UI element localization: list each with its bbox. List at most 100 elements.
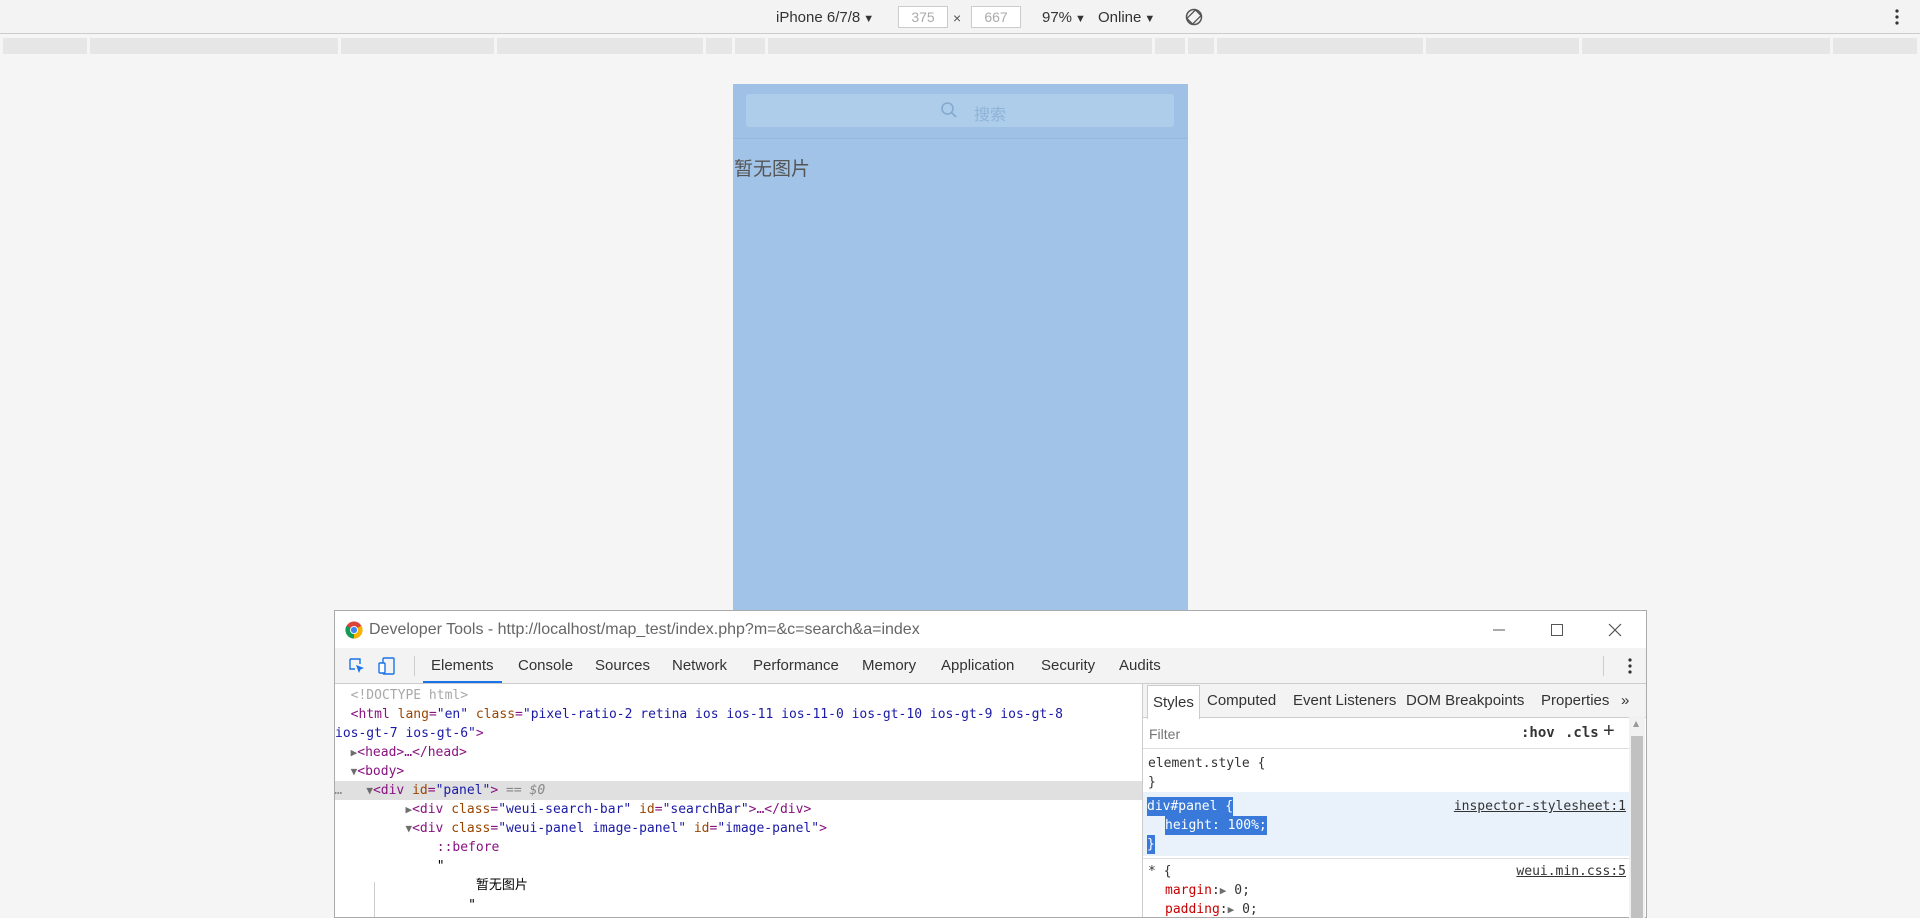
zoom-select[interactable]: 97% ▼ (1042, 9, 1086, 26)
text-node: 暂无图片 (475, 878, 528, 893)
node-actions-icon[interactable]: … (335, 783, 343, 798)
tree-node-head[interactable]: ▶<head>…</head> (335, 743, 1142, 762)
tab-audits[interactable]: Audits (1119, 648, 1161, 683)
tab-properties[interactable]: Properties (1541, 684, 1609, 717)
attr-name: class (475, 707, 516, 722)
rule-source-link[interactable]: inspector-stylesheet:1 (1454, 797, 1626, 816)
universal-selector[interactable]: * { (1148, 862, 1171, 881)
media-query-segment[interactable] (706, 38, 732, 54)
device-toolbar: iPhone 6/7/8▼ × 97%▼ Online▼ (0, 0, 1920, 34)
media-query-segment[interactable] (3, 38, 87, 54)
devtools-titlebar[interactable]: Developer Tools - http://localhost/map_t… (335, 611, 1646, 648)
attr-value: ios-gt-7 ios-gt-6" (335, 726, 476, 741)
hover-state-button[interactable]: :hov (1521, 725, 1555, 741)
search-input[interactable]: 搜索 (746, 94, 1174, 127)
device-select[interactable]: iPhone 6/7/8 ▼ (776, 9, 874, 26)
attr-value: "weui-search-bar" (498, 802, 632, 817)
media-query-segment[interactable] (1582, 38, 1830, 54)
devtools-title: Developer Tools - http://localhost/map_t… (369, 621, 920, 638)
maximize-icon[interactable] (1546, 619, 1568, 641)
device-label: iPhone 6/7/8 (776, 9, 861, 26)
media-query-segment[interactable] (768, 38, 1152, 54)
more-options-icon[interactable] (1892, 7, 1902, 27)
new-rule-button[interactable]: + (1603, 720, 1615, 743)
rotate-icon[interactable] (1184, 7, 1204, 27)
search-bar: 搜索 (733, 84, 1188, 139)
tree-node-html[interactable]: <html lang="en" class="pixel-ratio-2 ret… (335, 705, 1142, 724)
tab-computed[interactable]: Computed (1207, 684, 1276, 717)
universal-source-link[interactable]: weui.min.css:5 (1516, 862, 1626, 881)
tree-node-text-open[interactable]: " (335, 857, 1142, 876)
tree-node-panel[interactable]: … ▼<div id="panel"> == $0 (335, 781, 1142, 800)
close-icon[interactable] (1604, 619, 1626, 641)
attr-name: id (693, 821, 710, 836)
collapse-arrow-icon[interactable]: ▼ (366, 784, 373, 797)
devtools-menu-icon[interactable] (1625, 656, 1635, 676)
tree-node-before[interactable]: ::before (335, 838, 1142, 857)
tab-network[interactable]: Network (672, 648, 727, 683)
tab-security[interactable]: Security (1041, 648, 1095, 683)
height-input[interactable] (971, 6, 1021, 28)
property-name: margin (1165, 883, 1212, 898)
tree-node-doctype[interactable]: <!DOCTYPE html> (335, 686, 1142, 705)
media-query-bar (0, 36, 1920, 58)
tab-memory[interactable]: Memory (862, 648, 916, 683)
inspect-element-icon[interactable] (347, 656, 367, 676)
tree-node-body[interactable]: ▼<body> (335, 762, 1142, 781)
tab-sources[interactable]: Sources (595, 648, 650, 683)
padding-declaration[interactable]: padding:▶ 0; (1165, 900, 1258, 917)
media-query-segment[interactable] (1426, 38, 1579, 54)
width-input[interactable] (898, 6, 948, 28)
media-query-segment[interactable] (341, 38, 494, 54)
network-throttle-select[interactable]: Online ▼ (1098, 9, 1155, 26)
network-label: Online (1098, 9, 1142, 26)
scroll-up-icon[interactable]: ▲ (1633, 719, 1639, 728)
expand-arrow-icon[interactable]: ▶ (1228, 903, 1235, 916)
rule-selector[interactable]: div#panel { (1147, 797, 1234, 816)
rule-close-brace: } (1148, 775, 1156, 790)
media-query-segment[interactable] (1217, 38, 1423, 54)
toolbar-divider (414, 656, 415, 676)
chrome-logo-icon (345, 621, 363, 639)
tab-styles[interactable]: Styles (1147, 685, 1200, 719)
more-tabs-icon[interactable]: » (1621, 692, 1629, 709)
devtools-tabbar: Elements Console Sources Network Perform… (335, 648, 1646, 684)
media-query-segment[interactable] (735, 38, 765, 54)
tree-node-text[interactable]: 暂无图片 (335, 876, 1142, 895)
tab-event-listeners[interactable]: Event Listeners (1293, 684, 1396, 717)
tree-node-image-panel[interactable]: ▼<div class="weui-panel image-panel" id=… (335, 819, 1142, 838)
tree-guide-line (374, 882, 375, 917)
margin-declaration[interactable]: margin:▶ 0; (1165, 881, 1250, 900)
tab-application[interactable]: Application (941, 648, 1014, 683)
rule-close-brace: } (1147, 835, 1155, 854)
tree-node-search-bar[interactable]: ▶<div class="weui-search-bar" id="search… (335, 800, 1142, 819)
tab-console[interactable]: Console (518, 648, 573, 683)
tree-node-text-close[interactable]: " (335, 896, 1142, 915)
scrollbar-thumb[interactable] (1631, 736, 1643, 918)
tab-dom-breakpoints[interactable]: DOM Breakpoints (1406, 684, 1524, 717)
device-viewport: 搜索 暂无图片 (733, 84, 1188, 610)
media-query-segment[interactable] (497, 38, 703, 54)
media-query-segment[interactable] (1188, 38, 1214, 54)
styles-filter-input[interactable] (1147, 723, 1491, 745)
tag-name: <head>…</head> (357, 745, 467, 760)
class-toggle-button[interactable]: .cls (1565, 725, 1599, 741)
tree-node-html-cont[interactable]: ios-gt-7 ios-gt-6"> (335, 724, 1142, 743)
device-toggle-icon[interactable] (377, 656, 397, 676)
minimize-icon[interactable] (1488, 619, 1510, 641)
styles-tabbar: Styles Computed Event Listeners DOM Brea… (1143, 684, 1646, 719)
element-style-selector[interactable]: element.style { (1148, 754, 1265, 773)
media-query-segment[interactable] (90, 38, 338, 54)
property-value: 0; (1242, 902, 1258, 917)
expand-arrow-icon[interactable]: ▶ (1220, 884, 1227, 897)
rule-declaration[interactable]: height: 100%; (1165, 816, 1267, 835)
attr-value: "searchBar" (662, 802, 749, 817)
tag-name: <div (412, 802, 444, 817)
dimension-separator: × (953, 10, 962, 26)
tab-performance[interactable]: Performance (753, 648, 839, 683)
styles-scrollbar[interactable]: ▲ (1629, 716, 1645, 918)
media-query-segment[interactable] (1833, 38, 1917, 54)
media-query-segment[interactable] (1155, 38, 1185, 54)
styles-sidebar: Styles Computed Event Listeners DOM Brea… (1142, 684, 1646, 917)
tab-elements[interactable]: Elements (423, 648, 502, 683)
